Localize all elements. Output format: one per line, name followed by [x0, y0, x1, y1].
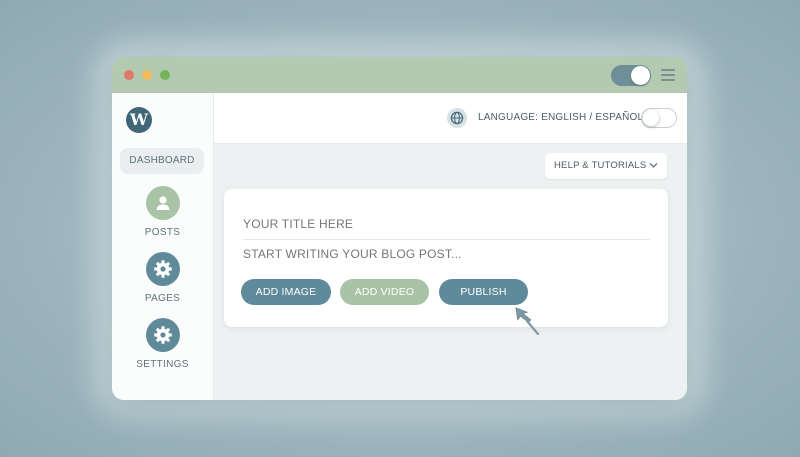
sidebar-item-label: POSTS: [144, 227, 181, 238]
titlebar-toggle[interactable]: [611, 65, 651, 86]
language-toggle[interactable]: [641, 108, 677, 128]
sidebar-item-label: PAGES: [144, 293, 181, 304]
sidebar-item-posts[interactable]: POSTS: [112, 186, 213, 238]
hamburger-icon[interactable]: [661, 69, 675, 81]
sidebar-item-label: SETTINGS: [136, 359, 189, 370]
top-bar: LANGUAGE: ENGLISH / ESPAÑOL: [214, 93, 687, 144]
chevron-down-icon: [649, 163, 658, 168]
user-icon: [145, 186, 180, 220]
sidebar-item-dashboard[interactable]: DASHBOARD: [120, 148, 204, 174]
minimize-window-button[interactable]: [142, 70, 152, 80]
wordpress-logo-icon: W: [126, 107, 152, 133]
app-window: W DASHBOARD POSTS PAGES SETTINGS LANGUAG…: [112, 57, 687, 400]
gear-icon: [145, 318, 180, 352]
sidebar: W DASHBOARD POSTS PAGES SETTINGS: [112, 93, 214, 400]
publish-button[interactable]: PUBLISH: [439, 279, 528, 305]
main-area: LANGUAGE: ENGLISH / ESPAÑOL HELP & TUTOR…: [214, 93, 687, 400]
add-video-button[interactable]: ADD VIDEO: [340, 279, 429, 305]
post-body-input[interactable]: [243, 247, 650, 265]
add-image-button[interactable]: ADD IMAGE: [241, 279, 331, 305]
post-editor: ADD IMAGE ADD VIDEO PUBLISH: [224, 189, 668, 327]
toggle-knob: [643, 110, 659, 126]
language-label: LANGUAGE: ENGLISH / ESPAÑOL: [478, 112, 644, 123]
close-window-button[interactable]: [124, 70, 134, 80]
help-tutorials-dropdown[interactable]: HELP & TUTORIALS: [545, 153, 667, 179]
mouse-cursor-icon: [515, 307, 540, 335]
help-tutorials-label: HELP & TUTORIALS: [554, 160, 647, 171]
gear-icon: [145, 252, 180, 286]
globe-icon[interactable]: [447, 108, 467, 128]
title-bar: [112, 57, 687, 93]
toggle-knob: [631, 66, 650, 85]
maximize-window-button[interactable]: [160, 70, 170, 80]
post-title-input[interactable]: [243, 213, 650, 240]
sidebar-item-settings[interactable]: SETTINGS: [112, 318, 213, 370]
sidebar-item-pages[interactable]: PAGES: [112, 252, 213, 304]
